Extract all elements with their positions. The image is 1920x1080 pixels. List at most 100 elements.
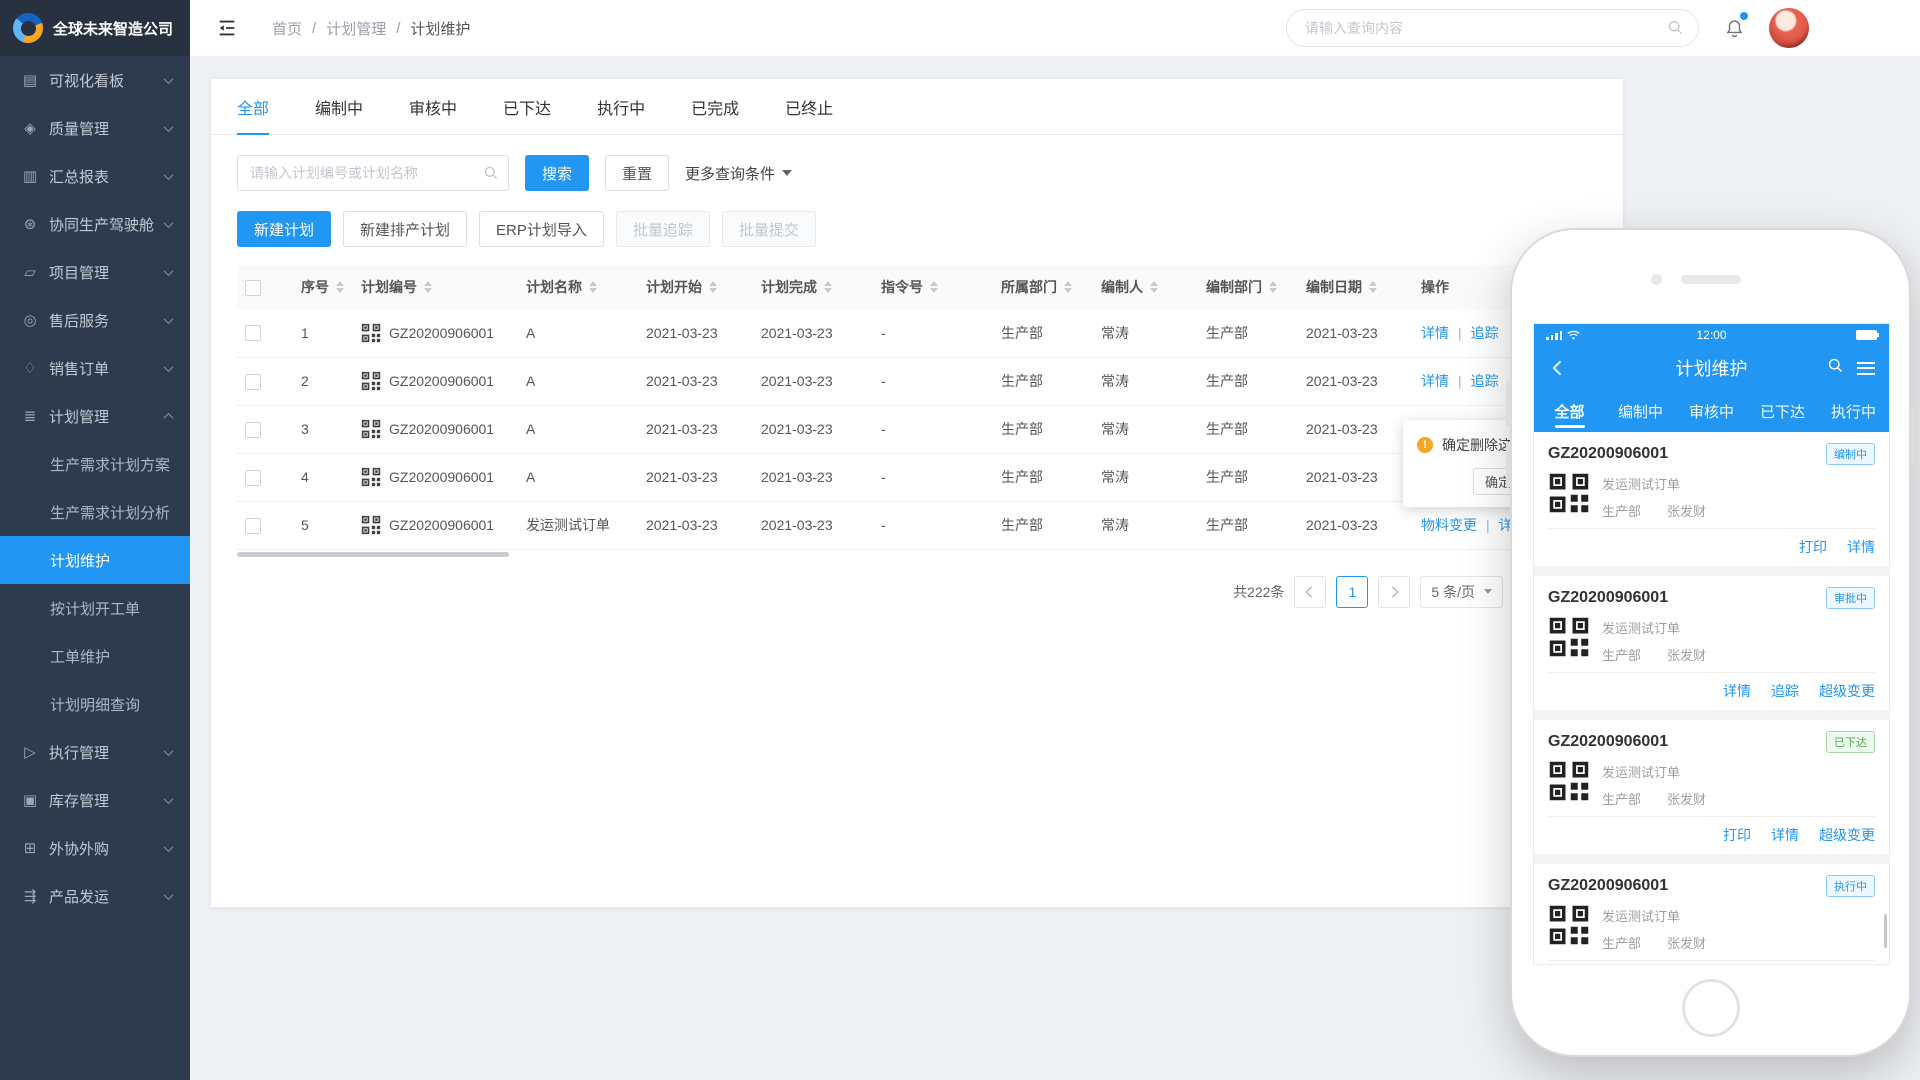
sidebar-item[interactable]: ◎ 售后服务 — [0, 296, 190, 344]
card-action-link[interactable]: 追踪 — [1771, 681, 1799, 701]
sidebar-item[interactable]: ▱ 项目管理 — [0, 248, 190, 296]
qr-code-icon[interactable] — [1548, 472, 1590, 514]
qr-code-icon[interactable] — [1548, 760, 1590, 802]
breadcrumb-home[interactable]: 首页 — [272, 18, 302, 39]
sort-icon[interactable] — [589, 281, 597, 293]
status-tab[interactable]: 已下达 — [503, 79, 551, 134]
column-header[interactable]: 编制日期 — [1298, 265, 1413, 309]
sidebar-item[interactable]: ▣ 库存管理 — [0, 776, 190, 824]
company-logo-row[interactable]: 全球未来智造公司 — [0, 0, 190, 56]
sidebar-item[interactable]: ♢ 销售订单 — [0, 344, 190, 392]
erp-import-button[interactable]: ERP计划导入 — [479, 211, 604, 247]
current-page[interactable]: 1 — [1336, 576, 1368, 608]
qr-code-icon[interactable] — [361, 515, 381, 535]
status-tab[interactable]: 已终止 — [785, 79, 833, 134]
sort-icon[interactable] — [1369, 281, 1377, 293]
row-checkbox[interactable] — [245, 518, 261, 534]
plan-card[interactable]: GZ20200906001 审批中 发运测试订单 — [1534, 576, 1889, 710]
next-page-button[interactable] — [1378, 576, 1410, 608]
column-header[interactable]: 计划完成 — [753, 265, 873, 309]
back-icon[interactable] — [1548, 358, 1568, 378]
more-filters-link[interactable]: 更多查询条件 — [685, 163, 792, 184]
horizontal-scrollbar-thumb[interactable] — [237, 552, 509, 557]
row-action-link[interactable]: 追踪 — [1449, 373, 1499, 389]
sidebar-item-plan-management[interactable]: ≣ 计划管理 — [0, 392, 190, 440]
sidebar-subitem[interactable]: 工单维护 — [0, 632, 190, 680]
new-schedule-plan-button[interactable]: 新建排产计划 — [343, 211, 467, 247]
phone-home-button[interactable] — [1682, 979, 1740, 1037]
sidebar-subitem[interactable]: 按计划开工单 — [0, 584, 190, 632]
column-header[interactable]: 计划编号 — [353, 265, 518, 309]
plan-search-input[interactable] — [237, 155, 509, 191]
page-size-select[interactable]: 5 条/页 — [1420, 576, 1503, 608]
qr-code-icon[interactable] — [361, 419, 381, 439]
status-tab[interactable]: 编制中 — [315, 79, 363, 134]
phone-status-tab[interactable]: 已下达 — [1747, 390, 1818, 432]
qr-code-icon[interactable] — [1548, 904, 1590, 946]
sidebar-subitem[interactable]: 生产需求计划分析 — [0, 488, 190, 536]
sort-icon[interactable] — [1064, 281, 1072, 293]
user-avatar[interactable] — [1769, 8, 1809, 48]
phone-status-tab[interactable]: 审核中 — [1676, 390, 1747, 432]
card-action-link[interactable]: 超级变更 — [1819, 825, 1875, 845]
card-action-link[interactable]: 打印 — [1723, 825, 1751, 845]
row-checkbox[interactable] — [245, 422, 261, 438]
menu-icon[interactable] — [1857, 362, 1875, 375]
sort-icon[interactable] — [1269, 281, 1277, 293]
prev-page-button[interactable] — [1294, 576, 1326, 608]
sort-icon[interactable] — [1150, 281, 1158, 293]
sort-icon[interactable] — [709, 281, 717, 293]
search-icon[interactable] — [1827, 357, 1844, 379]
card-action-link[interactable]: 详情 — [1771, 825, 1799, 845]
notification-bell-button[interactable] — [1719, 13, 1749, 43]
sidebar-item[interactable]: ▤ 可视化看板 — [0, 56, 190, 104]
status-tab[interactable]: 审核中 — [409, 79, 457, 134]
column-header[interactable]: 指令号 — [873, 265, 993, 309]
status-tab[interactable]: 执行中 — [597, 79, 645, 134]
search-icon[interactable] — [1667, 19, 1684, 41]
row-checkbox[interactable] — [245, 325, 261, 341]
new-plan-button[interactable]: 新建计划 — [237, 211, 331, 247]
column-header[interactable]: 序号 — [293, 265, 353, 309]
sidebar-subitem[interactable]: 计划明细查询 — [0, 680, 190, 728]
sidebar-subitem[interactable]: 生产需求计划方案 — [0, 440, 190, 488]
plan-card[interactable]: GZ20200906001 已下达 发运测试订单 — [1534, 720, 1889, 854]
row-action-link[interactable]: 物料变更 — [1421, 517, 1477, 533]
card-action-link[interactable]: 超级变更 — [1819, 681, 1875, 701]
column-header[interactable]: 编制部门 — [1198, 265, 1298, 309]
breadcrumb-section[interactable]: 计划管理 — [326, 18, 386, 39]
sidebar-item[interactable]: ⊞ 外协外购 — [0, 824, 190, 872]
qr-code-icon[interactable] — [361, 467, 381, 487]
phone-status-tab[interactable]: 执行中 — [1818, 390, 1889, 432]
column-header[interactable]: 编制人 — [1093, 265, 1198, 309]
sidebar-item[interactable]: ▷ 执行管理 — [0, 728, 190, 776]
sort-icon[interactable] — [930, 281, 938, 293]
search-button[interactable]: 搜索 — [525, 155, 589, 191]
column-header[interactable]: 所属部门 — [993, 265, 1093, 309]
sort-icon[interactable] — [336, 281, 344, 293]
sidebar-item[interactable]: ⊛ 协同生产驾驶舱 — [0, 200, 190, 248]
plan-card[interactable]: GZ20200906001 执行中 发运测试订单 — [1534, 864, 1889, 965]
sort-icon[interactable] — [824, 281, 832, 293]
sidebar-item[interactable]: ⇶ 产品发运 — [0, 872, 190, 920]
plan-card[interactable]: GZ20200906001 编制中 发运测试订单 — [1534, 432, 1889, 566]
global-search-input[interactable] — [1286, 9, 1699, 47]
row-action-link[interactable]: 详情 — [1421, 373, 1449, 389]
menu-fold-icon[interactable] — [216, 17, 238, 39]
row-checkbox[interactable] — [245, 470, 261, 486]
sidebar-subitem[interactable]: 计划维护 — [0, 536, 190, 584]
sidebar-item[interactable]: ▥ 汇总报表 — [0, 152, 190, 200]
row-action-link[interactable]: 详情 — [1421, 325, 1449, 341]
qr-code-icon[interactable] — [361, 371, 381, 391]
qr-code-icon[interactable] — [1548, 616, 1590, 658]
qr-code-icon[interactable] — [361, 323, 381, 343]
card-action-link[interactable]: 详情 — [1847, 537, 1875, 557]
search-icon[interactable] — [483, 165, 499, 186]
sidebar-item[interactable]: ◈ 质量管理 — [0, 104, 190, 152]
phone-status-tab[interactable]: 全部 — [1534, 390, 1605, 432]
sort-icon[interactable] — [424, 281, 432, 293]
column-header[interactable]: 计划名称 — [518, 265, 638, 309]
card-action-link[interactable]: 打印 — [1799, 537, 1827, 557]
phone-scrollbar[interactable] — [1884, 914, 1887, 948]
column-header[interactable]: 计划开始 — [638, 265, 753, 309]
